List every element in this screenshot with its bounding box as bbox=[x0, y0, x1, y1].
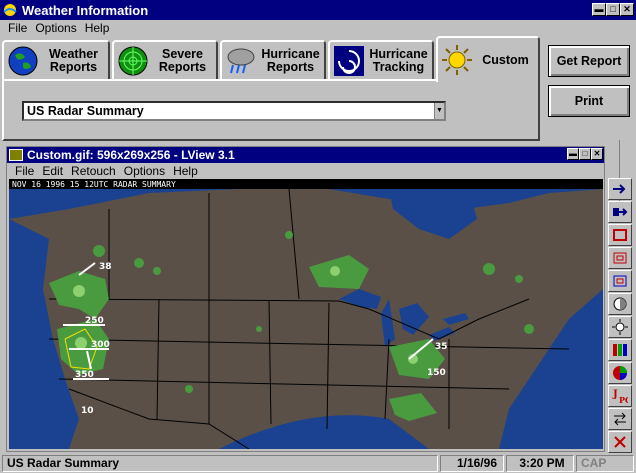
app-icon bbox=[2, 2, 18, 18]
svg-text:J: J bbox=[612, 389, 618, 400]
frame-icon[interactable] bbox=[608, 247, 632, 269]
viewer-menu-help[interactable]: Help bbox=[173, 164, 198, 178]
menu-help[interactable]: Help bbox=[85, 21, 110, 35]
tab-severe-reports[interactable]: Severe Reports bbox=[112, 40, 218, 80]
viewer-title: Custom.gif: 596x269x256 - LView 3.1 bbox=[27, 148, 235, 162]
tab-hurricane-tracking[interactable]: Hurricane Tracking bbox=[328, 40, 434, 80]
maximize-button[interactable]: □ bbox=[606, 3, 620, 16]
radar-icon bbox=[117, 45, 149, 77]
tab-hurricane-reports[interactable]: Hurricane Reports bbox=[220, 40, 326, 80]
sun-icon bbox=[441, 44, 473, 76]
minimize-button[interactable]: ▬ bbox=[592, 3, 606, 16]
chevron-down-icon[interactable]: ▼ bbox=[434, 103, 444, 119]
viewer-menu-retouch[interactable]: Retouch bbox=[71, 164, 116, 178]
viewer-minimize-button[interactable]: ▬ bbox=[567, 148, 579, 160]
status-text: US Radar Summary bbox=[2, 455, 438, 472]
image-viewer-window: Custom.gif: 596x269x256 - LView 3.1 ▬ □ … bbox=[6, 146, 605, 452]
svg-text:PG: PG bbox=[619, 395, 628, 404]
radar-map: NOV 16 1996 15 12UTC RADAR SUMMARY 38 25… bbox=[9, 179, 603, 449]
app-title-bar: Weather Information ▬ □ ✕ bbox=[0, 0, 636, 20]
tab-custom[interactable]: Custom bbox=[436, 36, 540, 82]
status-caps: CAP bbox=[576, 455, 634, 472]
tab-panel: US Radar Summary ▼ bbox=[2, 79, 540, 141]
app-title: Weather Information bbox=[22, 2, 149, 18]
tab-label: Hurricane Tracking bbox=[369, 47, 428, 74]
menu-file[interactable]: File bbox=[8, 21, 27, 35]
status-time: 3:20 PM bbox=[506, 455, 574, 472]
viewer-menu-bar: File Edit Retouch Options Help bbox=[7, 163, 604, 178]
hurricane-swirl-icon bbox=[333, 45, 365, 77]
brightness-icon[interactable] bbox=[608, 316, 632, 338]
echo-label: 35 bbox=[435, 342, 448, 352]
storm-cloud-icon bbox=[225, 45, 257, 77]
menu-options[interactable]: Options bbox=[35, 21, 76, 35]
status-bar: US Radar Summary 1/16/96 3:20 PM CAP bbox=[0, 454, 636, 473]
nested-frame-icon[interactable] bbox=[608, 270, 632, 292]
print-button[interactable]: Print bbox=[548, 85, 630, 117]
radar-map-image: NOV 16 1996 15 12UTC RADAR SUMMARY 38 25… bbox=[9, 179, 603, 449]
echo-label: 250 bbox=[85, 316, 104, 326]
arrow-right-save-icon[interactable] bbox=[608, 201, 632, 223]
swap-icon[interactable] bbox=[608, 408, 632, 430]
close-x-icon[interactable] bbox=[608, 431, 632, 453]
echo-label: 350 bbox=[75, 370, 94, 380]
globe-icon bbox=[7, 45, 39, 77]
jpeg-icon[interactable]: JPG bbox=[608, 385, 632, 407]
viewer-close-button[interactable]: ✕ bbox=[591, 148, 603, 160]
echo-label: 10 bbox=[81, 406, 94, 416]
viewer-icon bbox=[9, 149, 23, 161]
crop-icon[interactable] bbox=[608, 224, 632, 246]
get-report-button[interactable]: Get Report bbox=[548, 45, 630, 77]
color-wheel-icon[interactable] bbox=[608, 362, 632, 384]
map-header-text: NOV 16 1996 15 12UTC RADAR SUMMARY bbox=[12, 180, 176, 189]
viewer-menu-file[interactable]: File bbox=[15, 164, 34, 178]
echo-label: 38 bbox=[99, 262, 112, 272]
contrast-icon[interactable] bbox=[608, 293, 632, 315]
tab-label: Weather Reports bbox=[48, 47, 99, 74]
viewer-title-bar: Custom.gif: 596x269x256 - LView 3.1 ▬ □ … bbox=[7, 147, 604, 163]
rgb-bars-icon[interactable] bbox=[608, 339, 632, 361]
viewer-menu-options[interactable]: Options bbox=[124, 164, 165, 178]
arrow-right-icon[interactable] bbox=[608, 178, 632, 200]
viewer-maximize-button[interactable]: □ bbox=[579, 148, 591, 160]
status-date: 1/16/96 bbox=[440, 455, 504, 472]
tab-label: Custom bbox=[482, 52, 529, 67]
echo-label: 300 bbox=[91, 340, 110, 350]
tab-label: Hurricane Reports bbox=[261, 47, 320, 74]
tab-weather-reports[interactable]: Weather Reports bbox=[2, 40, 110, 80]
report-select-value: US Radar Summary bbox=[27, 104, 144, 118]
close-button[interactable]: ✕ bbox=[620, 3, 634, 16]
echo-label: 150 bbox=[427, 368, 446, 378]
viewer-toolbar: JPG bbox=[607, 178, 633, 473]
report-select[interactable]: US Radar Summary ▼ bbox=[22, 101, 446, 121]
viewer-menu-edit[interactable]: Edit bbox=[42, 164, 63, 178]
tab-label: Severe Reports bbox=[158, 47, 207, 74]
tab-strip: Weather Reports Severe Reports Hurricane… bbox=[2, 36, 542, 82]
menu-bar: File Options Help bbox=[0, 20, 636, 35]
